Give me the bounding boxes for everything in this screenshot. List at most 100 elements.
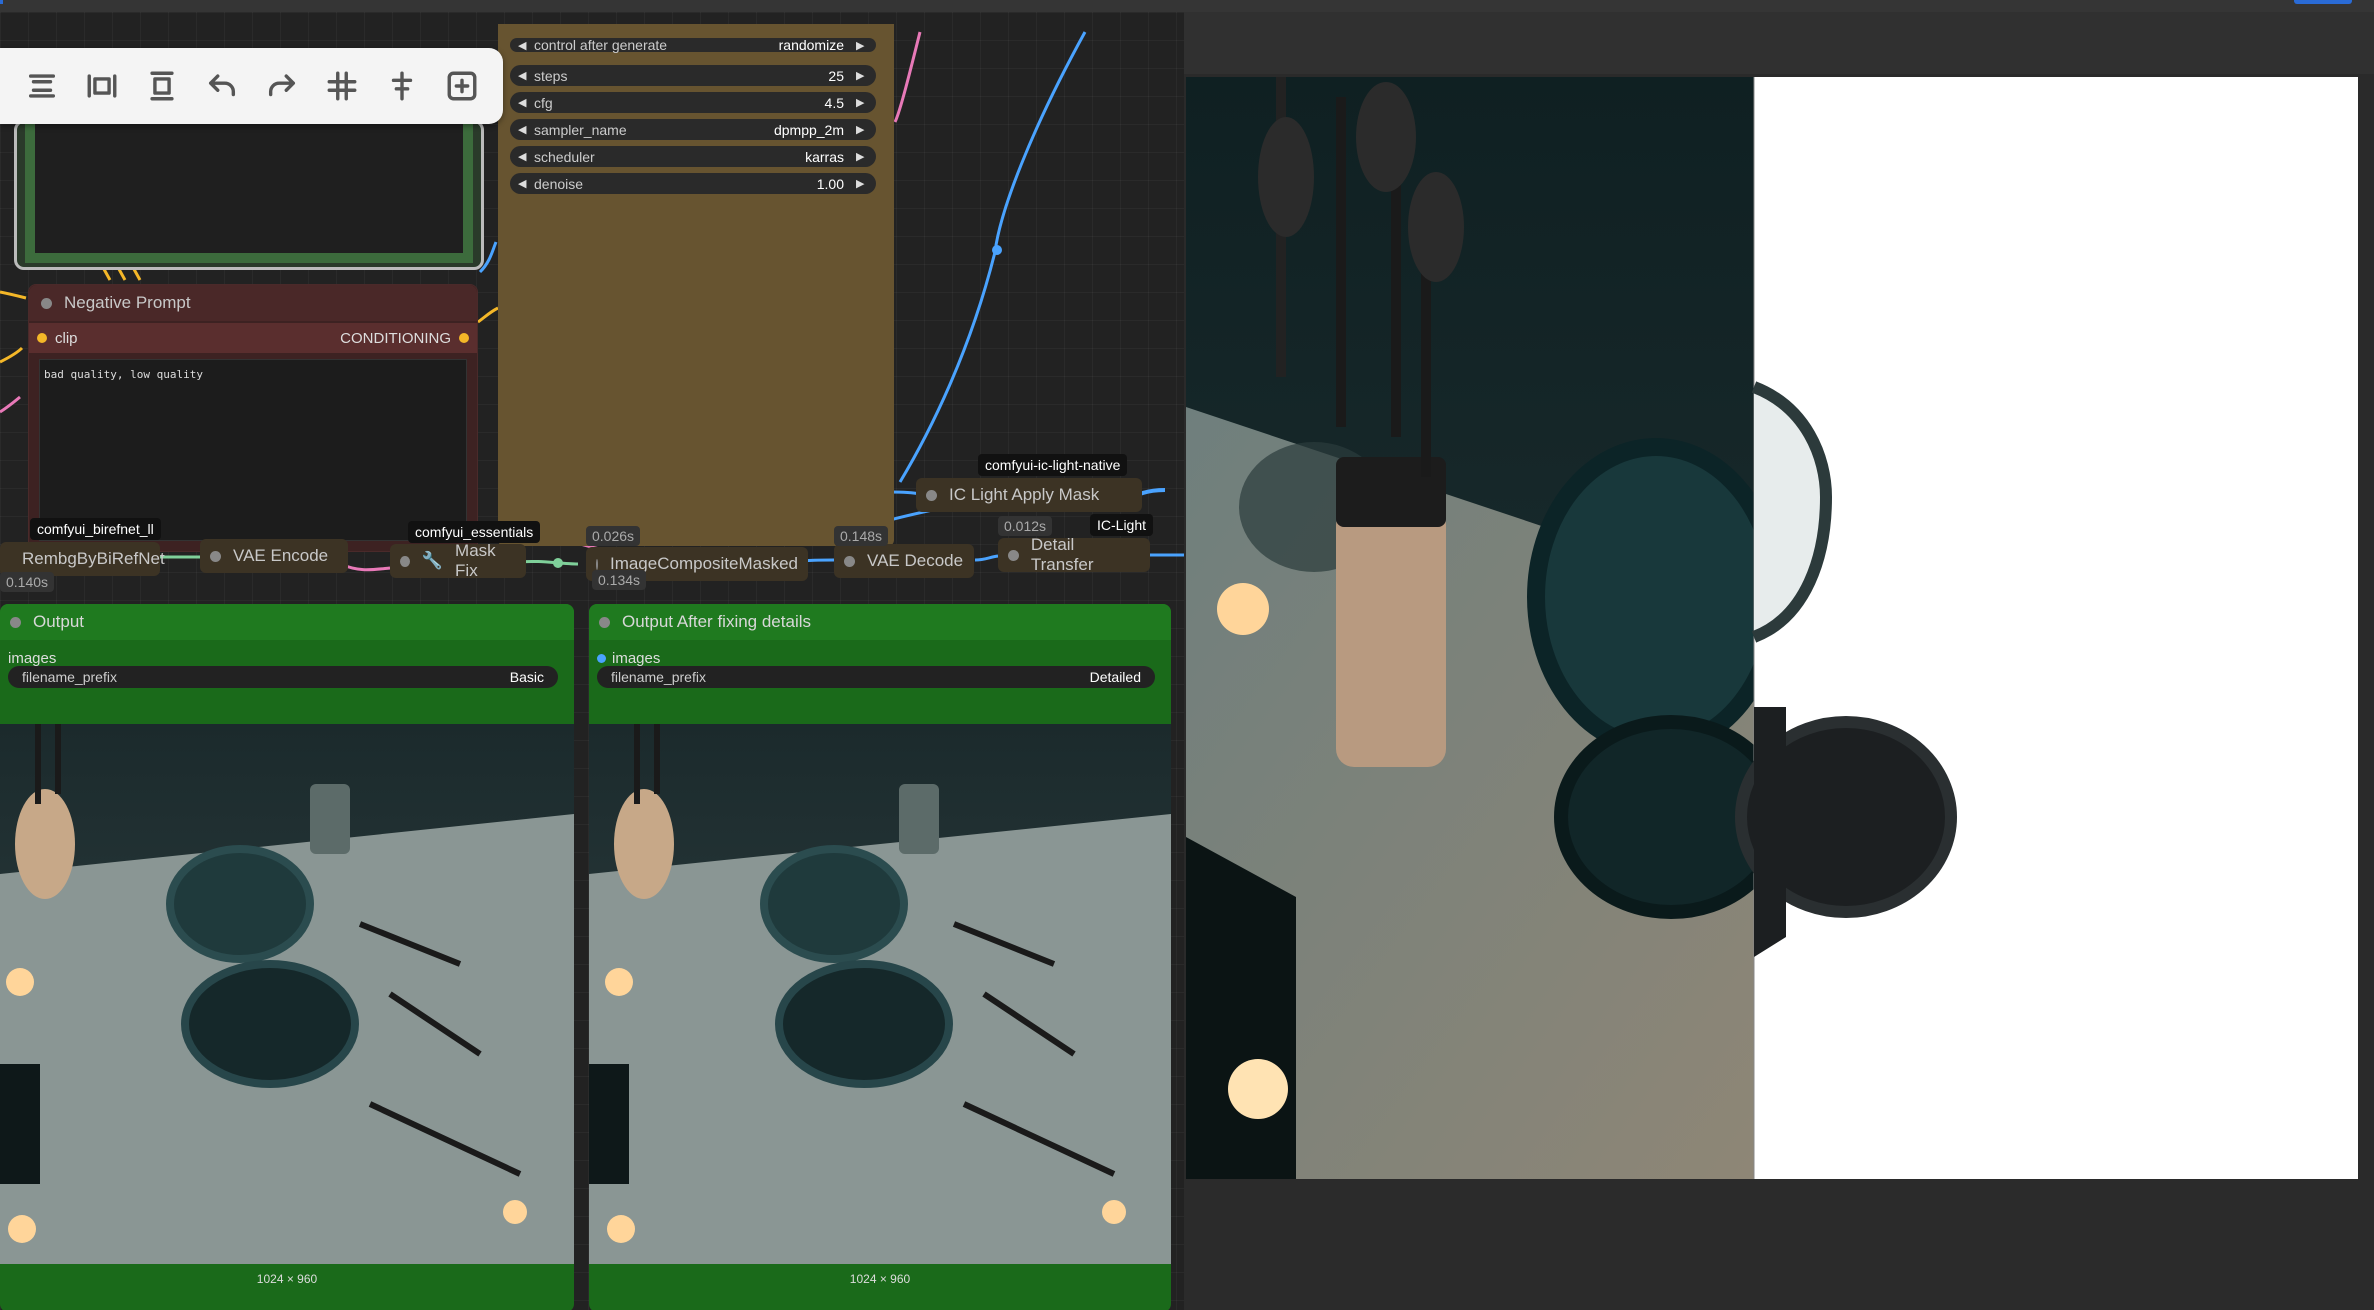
images-socket-label: images (8, 650, 57, 667)
output-basic-node[interactable]: Output images filename_prefix Basic 1024… (0, 604, 574, 1310)
detail-transfer-node[interactable]: Detail Transfer (998, 535, 1150, 574)
negative-prompt-sockets: clip CONDITIONING (29, 323, 477, 353)
increment-arrow-icon[interactable]: ▶ (856, 96, 868, 109)
makeup-scene-image (589, 724, 1171, 1264)
positive-prompt-group[interactable] (14, 120, 484, 270)
detail-transfer-time-badge: 0.012s (998, 516, 1053, 536)
ksampler-denoise[interactable]: ◀ denoise 1.00 ▶ (510, 173, 876, 194)
align-center-icon (391, 71, 413, 101)
conditioning-output-socket-icon[interactable] (459, 333, 469, 343)
output-detailed-title-bar[interactable]: Output After fixing details (589, 604, 1171, 640)
decrement-arrow-icon[interactable]: ◀ (518, 39, 530, 52)
output-detailed-filename-prefix[interactable]: filename_prefix Detailed (597, 666, 1155, 688)
redo-icon (268, 74, 296, 97)
align-left-button[interactable] (22, 66, 62, 106)
ic-light-native-tag: comfyui-ic-light-native (978, 454, 1128, 476)
vae-decode-title: VAE Decode (867, 551, 964, 570)
widget-value: randomize (778, 37, 844, 53)
increment-arrow-icon[interactable]: ▶ (856, 150, 868, 163)
preview-footer (1184, 1180, 2374, 1310)
increment-arrow-icon[interactable]: ▶ (856, 69, 868, 82)
output-detailed-images-socket[interactable]: images (597, 650, 660, 667)
output-detailed-dimensions: 1024 × 960 (849, 1272, 911, 1286)
images-socket-label: images (612, 650, 661, 667)
ic-light-tag: IC-Light (1090, 514, 1154, 536)
output-basic-image (0, 724, 574, 1264)
clip-input-socket-icon[interactable] (37, 333, 47, 343)
filename-prefix-label: filename_prefix (22, 669, 117, 685)
grid-button[interactable] (322, 66, 362, 106)
increment-arrow-icon[interactable]: ▶ (856, 123, 868, 136)
filename-prefix-label: filename_prefix (611, 669, 706, 685)
relit-comparison-image (1186, 77, 2358, 1179)
ksampler-cfg[interactable]: ◀ cfg 4.5 ▶ (510, 92, 876, 113)
essentials-tag: comfyui_essentials (408, 521, 541, 543)
collapse-dot-icon[interactable] (599, 616, 610, 628)
fit-width-button[interactable] (82, 66, 122, 106)
collapse-dot-icon[interactable] (1008, 549, 1019, 561)
collapse-dot-icon[interactable] (400, 555, 410, 567)
collapse-dot-icon[interactable] (41, 297, 52, 309)
ic-light-apply-mask-node[interactable]: IC Light Apply Mask (916, 478, 1142, 512)
rembg-node[interactable]: RembgByBiRefNet (0, 542, 165, 576)
fit-height-button[interactable] (142, 66, 182, 106)
widget-value: 1.00 (816, 175, 844, 192)
output-basic-dimensions: 1024 × 960 (256, 1272, 318, 1286)
vae-decode-node[interactable]: VAE Decode (834, 544, 974, 578)
ksampler-control-after-generate[interactable]: ◀ control after generate randomize ▶ (510, 37, 876, 53)
redo-button[interactable] (262, 66, 302, 106)
decrement-arrow-icon[interactable]: ◀ (518, 123, 530, 136)
negative-prompt-textarea[interactable]: bad quality, low quality (39, 359, 467, 541)
comparison-preview-frame[interactable] (1186, 77, 2358, 1179)
vae-decode-time-badge: 0.148s (834, 526, 889, 546)
widget-label: scheduler (534, 148, 595, 165)
ic-light-apply-title: IC Light Apply Mask (949, 485, 1100, 504)
ksampler-steps[interactable]: ◀ steps 25 ▶ (510, 65, 876, 86)
add-node-icon (447, 71, 477, 101)
widget-value: karras (805, 148, 844, 165)
widget-value: 25 (828, 67, 844, 84)
canvas-toolbar (0, 48, 503, 124)
images-socket-dot-icon[interactable] (597, 654, 606, 663)
ksampler-sampler-name[interactable]: ◀ sampler_name dpmpp_2m ▶ (510, 119, 876, 140)
ksampler-node[interactable]: ◀ control after generate randomize ▶ ◀ s… (498, 24, 894, 546)
decrement-arrow-icon[interactable]: ◀ (518, 69, 530, 82)
output-basic-images-socket[interactable]: images (8, 650, 56, 667)
output-basic-title-bar[interactable]: Output (0, 604, 574, 640)
positive-prompt-frame (25, 123, 473, 263)
widget-label: steps (534, 67, 568, 84)
top-right-accent-button[interactable] (2294, 0, 2352, 4)
vae-encode-node[interactable]: VAE Encode (200, 539, 348, 573)
undo-button[interactable] (202, 66, 242, 106)
collapse-dot-icon[interactable] (210, 550, 221, 562)
negative-prompt-node[interactable]: Negative Prompt clip CONDITIONING bad qu… (28, 284, 478, 552)
align-center-button[interactable] (382, 66, 422, 106)
output-detailed-node[interactable]: Output After fixing details images filen… (589, 604, 1171, 1310)
ksampler-scheduler[interactable]: ◀ scheduler karras ▶ (510, 146, 876, 167)
output-detailed-title: Output After fixing details (622, 612, 811, 631)
collapse-dot-icon[interactable] (596, 558, 598, 570)
top-bar (0, 0, 2374, 12)
output-basic-filename-prefix[interactable]: filename_prefix Basic (8, 666, 558, 688)
widget-label: sampler_name (534, 121, 627, 138)
negative-prompt-title: Negative Prompt (64, 293, 191, 312)
decrement-arrow-icon[interactable]: ◀ (518, 177, 530, 190)
widget-label: cfg (534, 94, 553, 111)
mask-fix-node[interactable]: 🔧 Mask Fix (390, 541, 526, 580)
fit-height-icon (150, 71, 174, 101)
node-canvas[interactable]: Negative Prompt clip CONDITIONING bad qu… (0, 12, 1184, 1310)
wrench-icon: 🔧 (421, 551, 444, 570)
add-node-button[interactable] (442, 66, 482, 106)
negative-prompt-title-bar[interactable]: Negative Prompt (29, 285, 477, 321)
widget-label: denoise (534, 175, 584, 192)
decrement-arrow-icon[interactable]: ◀ (518, 150, 530, 163)
collapse-dot-icon[interactable] (844, 555, 855, 567)
increment-arrow-icon[interactable]: ▶ (856, 39, 868, 52)
increment-arrow-icon[interactable]: ▶ (856, 177, 868, 190)
decrement-arrow-icon[interactable]: ◀ (518, 96, 530, 109)
widget-label: control after generate (534, 37, 668, 53)
output-detailed-image (589, 724, 1171, 1264)
collapse-dot-icon[interactable] (926, 489, 937, 501)
mask-fix-title: Mask Fix (455, 541, 496, 580)
collapse-dot-icon[interactable] (10, 616, 21, 628)
